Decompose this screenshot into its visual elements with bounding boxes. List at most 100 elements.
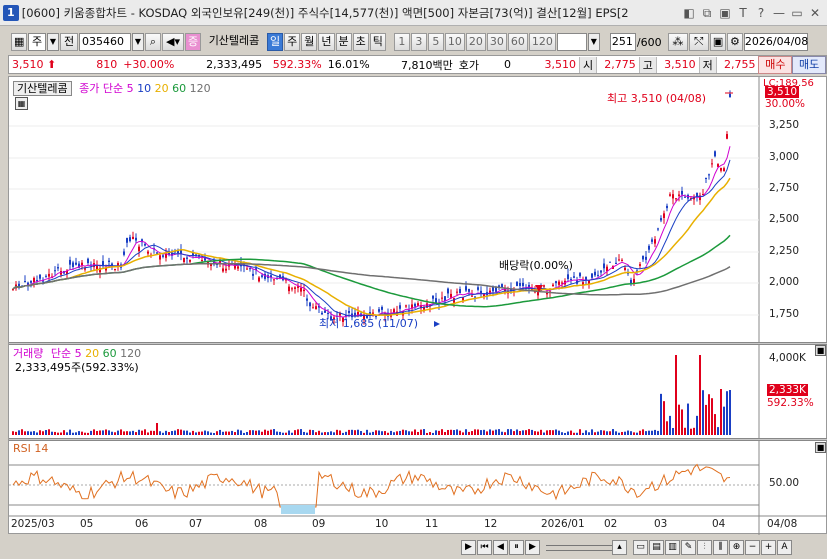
ma-120-label[interactable]: 120	[190, 82, 211, 95]
close-icon[interactable]: ✕	[807, 5, 823, 21]
indicator-icon[interactable]: ⁂	[667, 33, 688, 51]
volume-bar	[573, 432, 575, 435]
date-input[interactable]: 2026/04/08	[743, 33, 808, 51]
tab-tick[interactable]: 틱	[369, 33, 386, 51]
sell-button[interactable]: 매도	[792, 55, 827, 74]
stock-code-input[interactable]: 035460	[79, 33, 131, 51]
all-button[interactable]: 전	[60, 33, 78, 51]
tab-week[interactable]: 주	[284, 33, 301, 51]
first-page-icon[interactable]: ⏮	[477, 540, 492, 555]
interval-30[interactable]: 30	[486, 33, 507, 51]
save-icon[interactable]: ▣	[709, 33, 726, 51]
pane-close-icon[interactable]: ■	[815, 345, 826, 356]
y-tick-2250: 2,250	[769, 245, 800, 257]
minimize-icon[interactable]: —	[771, 5, 787, 21]
pane-close-icon[interactable]: ■	[815, 442, 826, 453]
candle-body	[399, 305, 401, 309]
interval-custom-input[interactable]	[556, 33, 587, 51]
window-title: [0600] 키움종합차트 - KOSDAQ 외국인보유[249(천)] 주식수…	[21, 5, 629, 20]
volume-bar	[324, 432, 326, 435]
scale-icon[interactable]: ⤲	[688, 33, 709, 51]
volume-bar	[552, 430, 554, 435]
zoom-in-icon[interactable]: ⊕	[729, 540, 744, 555]
window-icon[interactable]: 1	[3, 4, 19, 21]
font-icon[interactable]: T	[735, 5, 751, 21]
split-v-icon[interactable]: ▤	[649, 540, 664, 555]
tab-second[interactable]: 초	[352, 33, 369, 51]
volume-bar	[390, 430, 392, 435]
link-icon[interactable]: ◧	[681, 5, 697, 21]
candle-body	[189, 259, 191, 262]
split-icon[interactable]: ▭	[633, 540, 648, 555]
ma-60-label[interactable]: 60	[172, 82, 186, 95]
ma-10-label[interactable]: 10	[137, 82, 151, 95]
volume-bar	[381, 431, 383, 435]
count-input[interactable]: 251	[609, 33, 636, 51]
volume-bar	[489, 429, 491, 435]
interval-dropdown-icon[interactable]: ▼	[587, 33, 600, 51]
layout-icon[interactable]: ▣	[717, 5, 733, 21]
prev-page-icon[interactable]: ◀	[493, 540, 508, 555]
candle-icon[interactable]: ⫼	[713, 540, 728, 555]
volume-bar	[132, 430, 134, 435]
interval-3[interactable]: 3	[410, 33, 427, 51]
next-page-icon[interactable]: ▶	[525, 540, 540, 555]
title-bar: 1 [0600] 키움종합차트 - KOSDAQ 외국인보유[249(천)] 주…	[0, 0, 827, 26]
pause-icon[interactable]: ⏸	[509, 540, 524, 555]
bottom-nav: ▶ ⏮ ◀ ⏸ ▶ ▴ ▭ ▤ ▥ ✎ ⫶ ⫼ ⊕ − + A	[0, 536, 827, 559]
increase-button[interactable]: 증	[185, 33, 201, 51]
code-dropdown-icon[interactable]: ▼	[132, 33, 144, 51]
type-select[interactable]: 주	[28, 33, 46, 51]
interval-10[interactable]: 10	[444, 33, 465, 51]
buy-button[interactable]: 매수	[758, 55, 793, 74]
type-dropdown-icon[interactable]: ▼	[47, 33, 59, 51]
pane-divider-rsi[interactable]	[9, 438, 827, 441]
interval-20[interactable]: 20	[465, 33, 486, 51]
chart-area[interactable]: 기산텔레콤 종가 단순 5 10 20 60 120 ▦ LC:189.56 3…	[8, 76, 827, 535]
price-change: 810	[96, 58, 118, 71]
volume-bar	[462, 432, 464, 435]
menu-grid-icon[interactable]: ▦	[11, 33, 27, 51]
stock-name-label[interactable]: 기산텔레콤	[13, 81, 72, 96]
crosshair-toggle-icon[interactable]: ▦	[15, 97, 28, 110]
chart-type-icon[interactable]: ▥	[665, 540, 680, 555]
volume-bar	[243, 432, 245, 435]
zoom-handle-icon[interactable]: ▴	[612, 540, 627, 555]
window-copy-icon[interactable]: ⧉	[699, 5, 715, 21]
volume-bar	[204, 430, 206, 435]
scroll-left-icon[interactable]: ▶	[461, 540, 476, 555]
gear-icon[interactable]: ⚙	[726, 33, 743, 51]
interval-1[interactable]: 1	[393, 33, 410, 51]
drawing-icon[interactable]: ✎	[681, 540, 696, 555]
volume-bar	[678, 404, 680, 435]
sound-icon[interactable]: ◀▾	[162, 33, 184, 51]
rsi-title[interactable]: RSI 14	[13, 442, 48, 455]
zoom-slider[interactable]	[546, 544, 616, 551]
tab-month[interactable]: 월	[301, 33, 318, 51]
x-label-07: 07	[189, 518, 203, 530]
volume-bar	[348, 429, 350, 435]
help-icon[interactable]: ?	[753, 5, 769, 21]
ma-5-label[interactable]: 5	[127, 82, 134, 95]
candle-body	[441, 297, 443, 299]
volume-bar	[54, 431, 56, 435]
zoom-out-icon[interactable]: −	[745, 540, 760, 555]
candle-body	[81, 262, 83, 266]
volume-bar	[246, 431, 248, 435]
bars-icon[interactable]: ⫶	[697, 540, 712, 555]
search-icon[interactable]: ⌕	[145, 33, 161, 51]
interval-120[interactable]: 120	[528, 33, 556, 51]
maximize-icon[interactable]: ▭	[789, 5, 805, 21]
plus-icon[interactable]: +	[761, 540, 776, 555]
y-tick-3000: 3,000	[769, 151, 800, 163]
interval-60[interactable]: 60	[507, 33, 528, 51]
chart-canvas[interactable]	[9, 77, 827, 535]
tab-minute[interactable]: 분	[335, 33, 352, 51]
ma-20-label[interactable]: 20	[155, 82, 169, 95]
font-size-icon[interactable]: A	[777, 540, 792, 555]
tab-year[interactable]: 년	[318, 33, 335, 51]
volume-bar	[393, 432, 395, 435]
volume-bar	[636, 432, 638, 435]
interval-5[interactable]: 5	[427, 33, 444, 51]
tab-day[interactable]: 일	[267, 33, 284, 51]
